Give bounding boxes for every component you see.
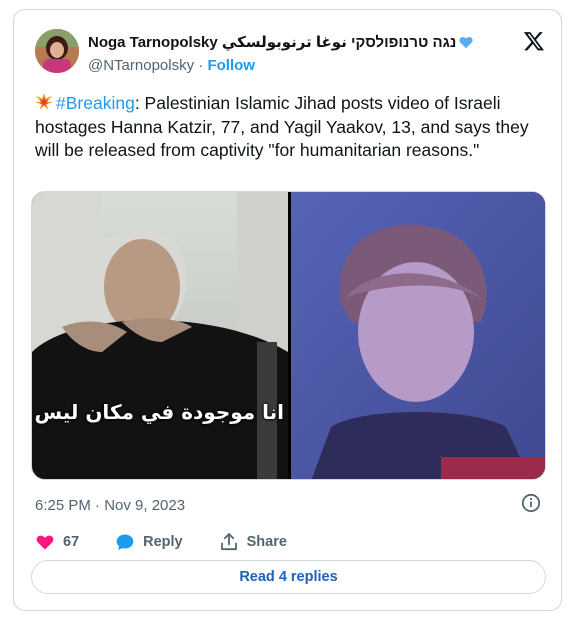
share-icon — [220, 533, 237, 551]
like-count: 67 — [63, 534, 80, 550]
collision-emoji-icon — [35, 93, 53, 111]
tweet-card: Noga Tarnopolsky נגה טרנופולסקי نوغا ترن… — [13, 9, 562, 611]
read-replies-button[interactable]: Read 4 replies — [31, 560, 546, 594]
media-grid[interactable]: انا موجودة في مكان ليس مكاني — [31, 191, 546, 480]
author-handle-line: @NTarnopolsky · Follow — [88, 57, 255, 74]
heart-icon — [36, 535, 54, 550]
hostage-video-still-boy[interactable] — [291, 192, 545, 479]
reply-bubble-icon — [116, 534, 134, 550]
tweet-text: #Breaking: Palestinian Islamic Jihad pos… — [35, 92, 550, 163]
blue-heart-icon — [459, 36, 473, 48]
x-logo-icon[interactable] — [523, 30, 545, 52]
tweet-timestamp[interactable]: 6:25 PM · Nov 9, 2023 — [35, 497, 185, 514]
like-button[interactable]: 67 — [35, 532, 79, 552]
hashtag-link[interactable]: #Breaking — [56, 93, 135, 113]
action-bar: 67 Reply Share — [35, 531, 323, 553]
video-caption-arabic: انا موجودة في مكان ليس مكاني — [32, 400, 284, 424]
share-button[interactable]: Share — [219, 532, 287, 552]
reply-button[interactable]: Reply — [115, 532, 183, 552]
follow-button[interactable]: Follow — [207, 57, 255, 74]
author-avatar[interactable] — [35, 29, 79, 73]
author-handle[interactable]: @NTarnopolsky — [88, 57, 194, 74]
author-name[interactable]: Noga Tarnopolsky נגה טרנופולסקי نوغا ترن… — [88, 33, 456, 51]
reply-label: Reply — [143, 534, 183, 550]
info-icon[interactable] — [521, 493, 541, 513]
hostage-video-still-woman[interactable]: انا موجودة في مكان ليس مكاني — [32, 192, 288, 479]
share-label: Share — [246, 534, 287, 550]
